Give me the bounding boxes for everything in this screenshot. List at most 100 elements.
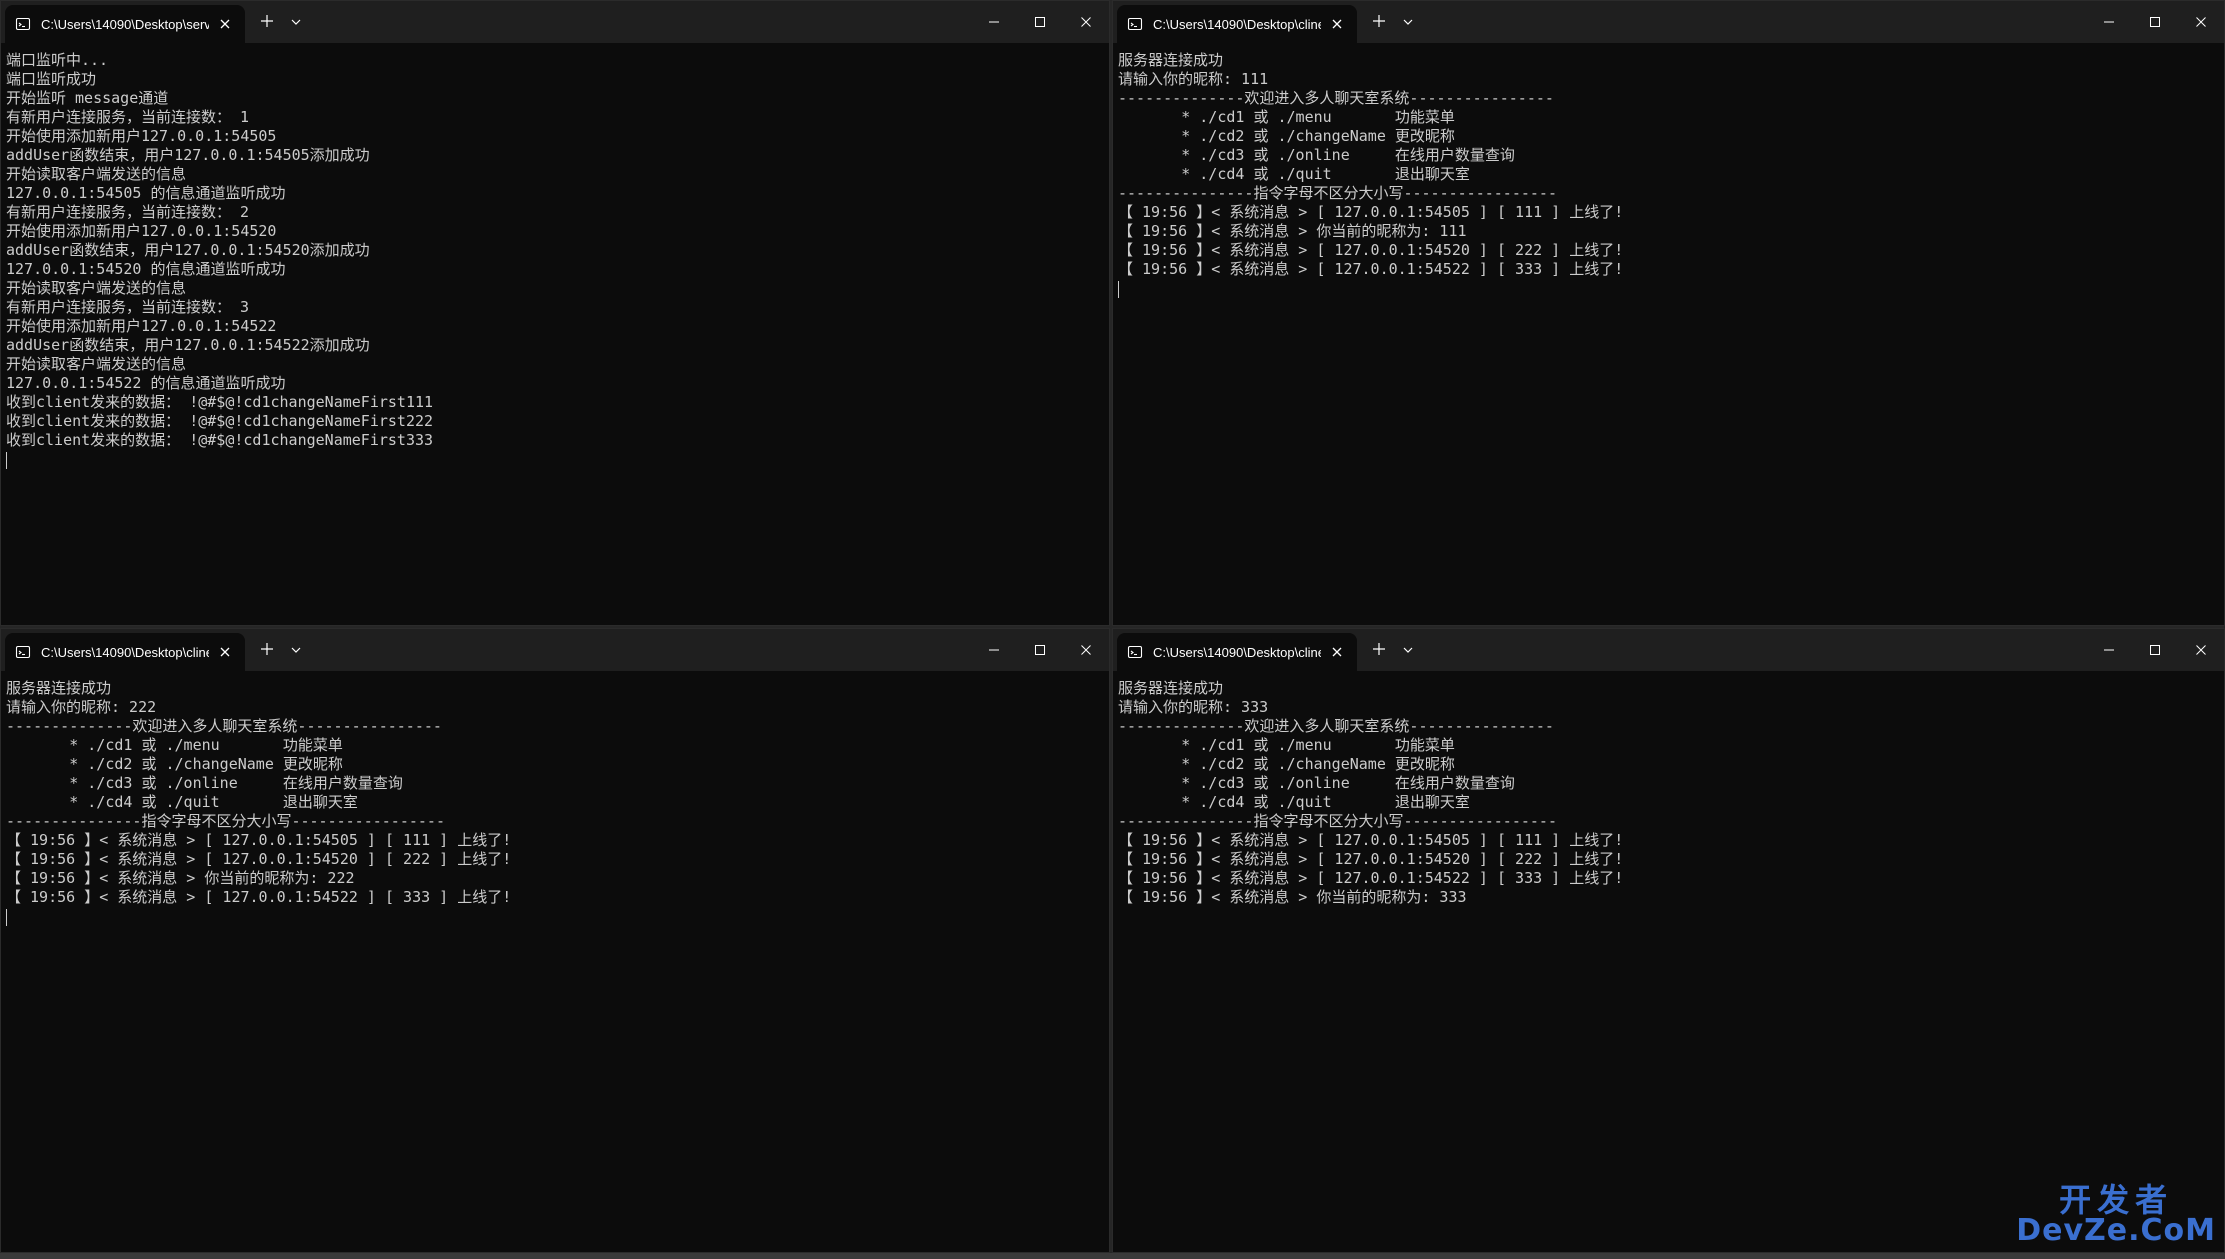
console-output[interactable]: 服务器连接成功 请输入你的昵称: 333 --------------欢迎进入多人聊…	[1118, 679, 2224, 1252]
text-cursor	[6, 452, 7, 469]
plus-icon[interactable]	[1371, 641, 1387, 657]
console-line: addUser函数结束，用户127.0.0.1:54520添加成功	[6, 241, 370, 259]
console-line: 有新用户连接服务，当前连接数： 3	[6, 298, 250, 316]
console-line: 127.0.0.1:54505 的信息通道监听成功	[6, 184, 286, 202]
console-line: * ./cd4 或 ./quit 退出聊天室	[1118, 793, 1470, 811]
maximize-button[interactable]	[2132, 1, 2178, 43]
window-close-icon	[2196, 17, 2206, 27]
tab-title: C:\Users\14090\Desktop\cline	[1153, 16, 1321, 32]
console-line: --------------欢迎进入多人聊天室系统---------------…	[1118, 717, 1554, 735]
console-line: 【 19:56 】< 系统消息 > [ 127.0.0.1:54520 ] [ …	[1118, 850, 1624, 868]
minimize-button[interactable]	[971, 629, 1017, 671]
console-line: 【 19:56 】< 系统消息 > [ 127.0.0.1:54522 ] [ …	[1118, 260, 1624, 278]
console-line: 【 19:56 】< 系统消息 > 你当前的昵称为: 111	[1118, 222, 1467, 240]
tab-client[interactable]: C:\Users\14090\Desktop\cline	[1117, 5, 1357, 43]
console-line: --------------欢迎进入多人聊天室系统---------------…	[6, 717, 442, 735]
chevron-down-icon[interactable]	[1401, 643, 1415, 657]
console-line: * ./cd3 或 ./online 在线用户数量查询	[1118, 774, 1515, 792]
console-line: --------------欢迎进入多人聊天室系统---------------…	[1118, 89, 1554, 107]
title-bar[interactable]: C:\Users\14090\Desktop\cline	[1, 629, 1109, 671]
close-icon[interactable]	[1329, 16, 1345, 32]
console-line: 开始使用添加新用户127.0.0.1:54505	[6, 127, 277, 145]
console-line: ---------------指令字母不区分大小写---------------…	[1118, 184, 1557, 202]
console-line: 127.0.0.1:54522 的信息通道监听成功	[6, 374, 286, 392]
text-cursor	[6, 909, 7, 926]
console-line: 服务器连接成功	[1118, 679, 1224, 697]
window-controls	[971, 629, 1109, 671]
window-close-icon	[1081, 17, 1091, 27]
console-line: ---------------指令字母不区分大小写---------------…	[6, 812, 445, 830]
title-bar[interactable]: C:\Users\14090\Desktop\serve	[1, 1, 1109, 43]
close-icon[interactable]	[1329, 644, 1345, 660]
console-line: 【 19:56 】< 系统消息 > 你当前的昵称为: 222	[6, 869, 355, 887]
terminal-icon	[15, 645, 31, 659]
console-line: * ./cd2 或 ./changeName 更改昵称	[1118, 755, 1455, 773]
taskbar-edge	[0, 1253, 2225, 1259]
maximize-button[interactable]	[1017, 1, 1063, 43]
watermark-en: DevZe.CoM	[2016, 1213, 2216, 1248]
console-line: * ./cd2 或 ./changeName 更改昵称	[6, 755, 343, 773]
console-output[interactable]: 服务器连接成功 请输入你的昵称: 111 --------------欢迎进入多人聊…	[1118, 51, 2224, 625]
console-line: 请输入你的昵称: 333	[1118, 698, 1269, 716]
console-line: * ./cd3 或 ./online 在线用户数量查询	[1118, 146, 1515, 164]
plus-icon[interactable]	[259, 641, 275, 657]
console-line: 【 19:56 】< 系统消息 > [ 127.0.0.1:54520 ] [ …	[1118, 241, 1624, 259]
close-icon[interactable]	[217, 644, 233, 660]
console-line: * ./cd1 或 ./menu 功能菜单	[1118, 108, 1455, 126]
minimize-icon	[989, 21, 999, 23]
terminal-window-client-222: C:\Users\14090\Desktop\cline 服务器连接成功 请输入…	[0, 628, 1110, 1253]
close-window-button[interactable]	[1063, 1, 1109, 43]
title-bar[interactable]: C:\Users\14090\Desktop\cline	[1113, 1, 2224, 43]
title-bar[interactable]: C:\Users\14090\Desktop\cline	[1113, 629, 2224, 671]
console-output[interactable]: 端口监听中... 端口监听成功 开始监听 message通道 有新用户连接服务，当前连…	[6, 51, 1109, 625]
tab-client[interactable]: C:\Users\14090\Desktop\cline	[1117, 633, 1357, 671]
console-line: ---------------指令字母不区分大小写---------------…	[1118, 812, 1557, 830]
terminal-window-server: C:\Users\14090\Desktop\serve 端口监听中... 端口…	[0, 0, 1110, 626]
tab-title: C:\Users\14090\Desktop\cline	[1153, 644, 1321, 660]
console-line: * ./cd2 或 ./changeName 更改昵称	[1118, 127, 1455, 145]
console-line: 【 19:56 】< 系统消息 > [ 127.0.0.1:54520 ] [ …	[6, 850, 512, 868]
console-line: * ./cd1 或 ./menu 功能菜单	[6, 736, 343, 754]
console-line: 端口监听中...	[6, 51, 109, 69]
maximize-icon	[1035, 17, 1045, 27]
desktop: C:\Users\14090\Desktop\serve 端口监听中... 端口…	[0, 0, 2225, 1259]
minimize-button[interactable]	[971, 1, 1017, 43]
console-line: 127.0.0.1:54520 的信息通道监听成功	[6, 260, 286, 278]
close-window-button[interactable]	[1063, 629, 1109, 671]
console-line: 开始使用添加新用户127.0.0.1:54520	[6, 222, 277, 240]
minimize-button[interactable]	[2086, 629, 2132, 671]
minimize-button[interactable]	[2086, 1, 2132, 43]
console-line: 请输入你的昵称: 222	[6, 698, 157, 716]
tab-server[interactable]: C:\Users\14090\Desktop\serve	[5, 5, 245, 43]
minimize-icon	[2104, 649, 2114, 651]
console-line: 【 19:56 】< 系统消息 > 你当前的昵称为: 333	[1118, 888, 1467, 906]
console-output[interactable]: 服务器连接成功 请输入你的昵称: 222 --------------欢迎进入多人聊…	[6, 679, 1109, 1252]
chevron-down-icon[interactable]	[289, 15, 303, 29]
watermark-cn: 开发者	[2059, 1181, 2174, 1219]
window-controls	[2086, 629, 2224, 671]
maximize-icon	[2150, 17, 2160, 27]
minimize-icon	[2104, 21, 2114, 23]
minimize-icon	[989, 649, 999, 651]
tab-title: C:\Users\14090\Desktop\cline	[41, 644, 209, 660]
plus-icon[interactable]	[259, 13, 275, 29]
close-window-button[interactable]	[2178, 1, 2224, 43]
maximize-button[interactable]	[2132, 629, 2178, 671]
maximize-button[interactable]	[1017, 629, 1063, 671]
console-line: 开始读取客户端发送的信息	[6, 355, 187, 373]
console-line: 有新用户连接服务，当前连接数： 2	[6, 203, 250, 221]
console-line: addUser函数结束，用户127.0.0.1:54505添加成功	[6, 146, 370, 164]
terminal-window-client-111: C:\Users\14090\Desktop\cline 服务器连接成功 请输入…	[1112, 0, 2225, 626]
terminal-icon	[1127, 645, 1143, 659]
console-line: * ./cd1 或 ./menu 功能菜单	[1118, 736, 1455, 754]
tab-client[interactable]: C:\Users\14090\Desktop\cline	[5, 633, 245, 671]
console-line: 请输入你的昵称: 111	[1118, 70, 1269, 88]
chevron-down-icon[interactable]	[1401, 15, 1415, 29]
console-line: 【 19:56 】< 系统消息 > [ 127.0.0.1:54505 ] [ …	[1118, 831, 1624, 849]
close-window-button[interactable]	[2178, 629, 2224, 671]
chevron-down-icon[interactable]	[289, 643, 303, 657]
close-icon[interactable]	[217, 16, 233, 32]
console-line: 开始使用添加新用户127.0.0.1:54522	[6, 317, 277, 335]
plus-icon[interactable]	[1371, 13, 1387, 29]
console-line: 【 19:56 】< 系统消息 > [ 127.0.0.1:54505 ] [ …	[6, 831, 512, 849]
